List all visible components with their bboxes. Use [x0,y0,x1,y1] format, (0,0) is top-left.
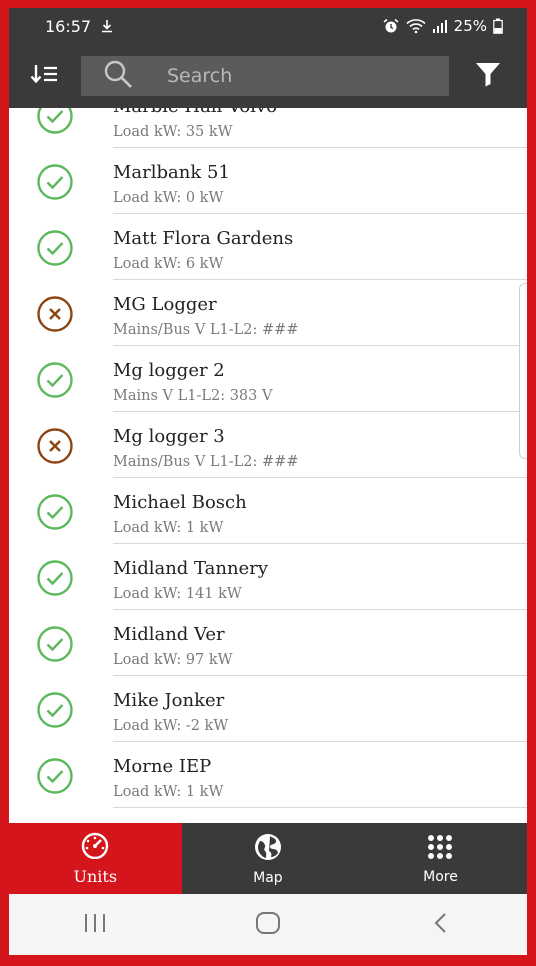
nav-units-label: Units [73,867,118,886]
list-item[interactable]: Matt Flora Gardens Load kW: 6 kW [9,214,527,280]
unit-detail: Load kW: 97 kW [113,652,233,668]
x-circle-icon [36,295,74,333]
list-item[interactable]: Marble Hall Volvo Load kW: 35 kW [9,108,527,148]
search-bar[interactable] [81,56,449,96]
list-item[interactable]: Morne IEP Load kW: 1 kW [9,742,527,808]
sort-button[interactable] [9,44,81,108]
nav-more[interactable]: More [354,823,527,894]
list-item[interactable]: Mg logger 2 Mains V L1-L2: 383 V [9,346,527,412]
unit-name: Mg logger 3 [113,426,225,447]
sort-icon [30,64,60,88]
recent-apps-icon [83,912,107,938]
battery-percent: 25% [453,17,487,35]
unit-detail: Mains V L1-L2: 383 V [113,388,273,404]
unit-name: Mike Jonker [113,690,225,711]
unit-detail: Load kW: 6 kW [113,256,224,272]
list-item[interactable]: Midland Ver Load kW: 97 kW [9,610,527,676]
status-bar: 16:57 25% [9,8,527,44]
globe-icon [253,832,283,866]
x-circle-icon [36,427,74,465]
unit-detail: Load kW: 1 kW [113,784,224,800]
unit-name: Marble Hall Volvo [113,108,277,117]
unit-name: Midland Tannery [113,558,268,579]
unit-name: Midland Ver [113,624,225,645]
nav-map-label: Map [253,869,283,886]
home-button[interactable] [238,894,298,955]
back-button[interactable] [411,894,471,955]
unit-detail: Mains/Bus V L1-L2: ### [113,322,299,338]
download-icon [101,19,113,33]
nav-more-label: More [423,868,458,885]
battery-icon [493,18,503,34]
speedometer-icon [77,831,113,863]
nav-map[interactable]: Map [182,823,355,894]
system-navigation-bar [9,894,527,955]
filter-button[interactable] [449,44,527,108]
units-list-content: Marble Hall Volvo Load kW: 35 kW Marlbank … [9,108,527,808]
home-icon [255,911,281,939]
check-circle-icon [36,108,74,135]
unit-name: Marlbank 51 [113,162,230,183]
units-list[interactable]: Marble Hall Volvo Load kW: 35 kW Marlbank … [9,108,527,823]
check-circle-icon [36,361,74,399]
unit-name: Matt Flora Gardens [113,228,294,249]
alarm-icon [382,18,400,34]
list-item[interactable]: MG Logger Mains/Bus V L1-L2: ### [9,280,527,346]
check-circle-icon [36,691,74,729]
bottom-navigation: Units Map More [9,823,527,894]
top-toolbar [9,44,527,108]
list-item[interactable]: Marlbank 51 Load kW: 0 kW [9,148,527,214]
unit-name: Morne IEP [113,756,212,777]
signal-icon [432,19,448,33]
search-icon [103,59,133,93]
check-circle-icon [36,163,74,201]
check-circle-icon [36,625,74,663]
scroll-handle[interactable] [519,283,527,459]
list-item[interactable]: Mg logger 3 Mains/Bus V L1-L2: ### [9,412,527,478]
unit-detail: Mains/Bus V L1-L2: ### [113,454,299,470]
unit-detail: Load kW: 35 kW [113,124,233,140]
wifi-icon [406,18,426,34]
back-icon [433,912,449,938]
apps-grid-icon [426,833,454,865]
recent-apps-button[interactable] [65,894,125,955]
nav-units[interactable]: Units [9,823,182,894]
filter-icon [475,61,501,91]
unit-detail: Load kW: 141 kW [113,586,242,602]
unit-name: MG Logger [113,294,217,315]
unit-name: Michael Bosch [113,492,247,513]
unit-name: Mg logger 2 [113,360,225,381]
unit-detail: Load kW: -2 kW [113,718,229,734]
unit-detail: Load kW: 0 kW [113,190,224,206]
check-circle-icon [36,559,74,597]
list-item[interactable]: Mike Jonker Load kW: -2 kW [9,676,527,742]
check-circle-icon [36,757,74,795]
row-divider [113,807,527,808]
unit-detail: Load kW: 1 kW [113,520,224,536]
search-input[interactable] [167,65,387,87]
check-circle-icon [36,493,74,531]
list-item[interactable]: Midland Tannery Load kW: 141 kW [9,544,527,610]
check-circle-icon [36,229,74,267]
app-frame: 16:57 25% Search Load kW: 35 kW Marlbank… [9,8,527,955]
list-item[interactable]: Michael Bosch Load kW: 1 kW [9,478,527,544]
status-time: 16:57 [45,16,92,36]
